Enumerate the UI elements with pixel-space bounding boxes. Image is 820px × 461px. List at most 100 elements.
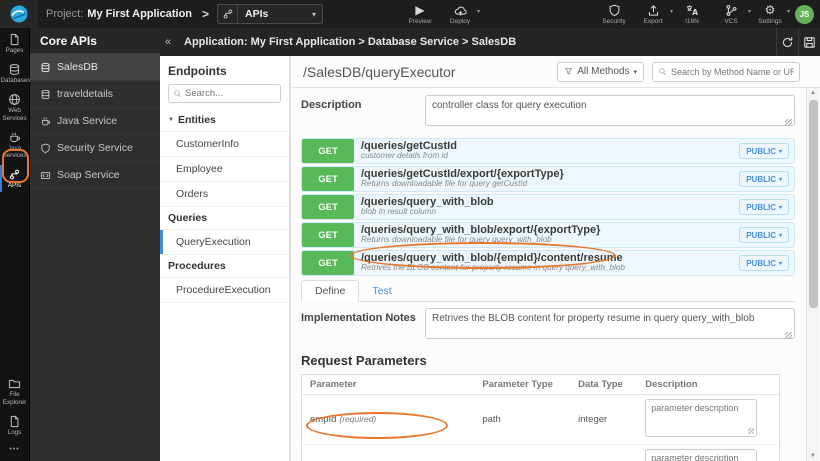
chevron-down-icon: ▾	[633, 68, 637, 76]
left-icon-sidebar: Pages Databases Web Services Java Services A…	[0, 28, 31, 461]
topbar-action-export[interactable]: ▾ Export	[640, 3, 673, 25]
access-dropdown[interactable]: PUBLIC ▾	[739, 227, 789, 243]
search-icon	[658, 67, 667, 76]
endpoint-row[interactable]: GET/queries/query_with_blob/{empId}/cont…	[301, 250, 795, 276]
method-badge-get: GET	[302, 223, 354, 247]
topbar-action-label: Settings	[758, 18, 782, 25]
method-search-input[interactable]	[671, 66, 794, 77]
access-label: PUBLIC	[746, 202, 776, 212]
endpoint-row[interactable]: GET/queries/getCustId/export/{exportType…	[301, 166, 795, 192]
parameter-description-wrap	[645, 449, 758, 461]
endpoint-tree-item-orders[interactable]: Orders	[160, 182, 289, 207]
endpoint-tree-item-procedureexecution[interactable]: ProcedureExecution	[160, 278, 289, 303]
endpoint-tree-item-customerinfo[interactable]: CustomerInfo	[160, 132, 289, 157]
user-avatar[interactable]: JS	[795, 4, 814, 24]
chevron-down-icon: ▾	[477, 9, 481, 15]
description-input[interactable]: controller class for query execution	[425, 95, 795, 126]
parameter-description-input[interactable]	[645, 449, 758, 461]
app-logo[interactable]	[0, 0, 38, 28]
core-api-item-java-service[interactable]: Java Service	[30, 108, 160, 135]
sidebar-item-pages[interactable]: Pages	[0, 28, 29, 58]
access-dropdown[interactable]: PUBLIC ▾	[739, 171, 789, 187]
chevron-down-icon: ▾	[747, 9, 751, 15]
service-detail-content: Description controller class for query e…	[291, 88, 805, 461]
implementation-notes-input[interactable]: Retrives the BLOB content for property r…	[425, 308, 795, 339]
core-api-item-traveldetails[interactable]: traveldetails	[30, 81, 160, 108]
pages-icon	[8, 33, 21, 46]
logs-icon	[8, 415, 21, 428]
topbar-action-label: I18N	[685, 18, 699, 25]
scroll-up-arrow-icon[interactable]: ▲	[807, 90, 819, 96]
column-header-parameter-type: Parameter Type	[474, 374, 571, 395]
file-explorer-icon	[8, 377, 21, 390]
i18n-icon	[686, 4, 699, 17]
endpoint-row[interactable]: GET/queries/query_with_blob/export/{expo…	[301, 222, 795, 248]
core-api-item-security-service[interactable]: Security Service	[30, 135, 160, 162]
collapse-panel-button[interactable]: «	[160, 36, 176, 48]
databases-icon	[8, 63, 21, 76]
endpoint-tree-item-queryexecution[interactable]: QueryExecution	[160, 230, 289, 255]
method-search-box[interactable]	[652, 61, 800, 82]
service-header: /SalesDB/queryExecutor All Methods ▾	[291, 56, 820, 88]
parameter-name-cell: downloadAsAttachment(required)	[301, 444, 475, 461]
tab-test[interactable]: Test	[359, 281, 404, 301]
core-api-item-soap-service[interactable]: Soap Service	[30, 162, 160, 189]
sidebar-item-logs[interactable]: Logs	[0, 410, 29, 440]
sidebar-item-databases[interactable]: Databases	[0, 58, 31, 88]
sidebar-item-label: Web Services	[2, 107, 27, 122]
endpoints-section-label: Entities	[177, 114, 216, 126]
tab-define[interactable]: Define	[301, 280, 360, 302]
topbar-action-i18n[interactable]: I18N	[679, 3, 705, 25]
main-scrollbar[interactable]: ▲ ▼	[806, 88, 819, 461]
save-button[interactable]	[798, 28, 820, 56]
parameter-description-wrap	[645, 399, 758, 440]
project-breadcrumb: Project: My First Application	[46, 8, 192, 20]
parameter-row: empId (required) path integer	[302, 395, 780, 445]
method-badge-get: GET	[302, 195, 354, 219]
access-label: PUBLIC	[746, 230, 776, 240]
endpoints-search-box[interactable]	[168, 84, 281, 103]
endpoint-tree-item-employee[interactable]: Employee	[160, 157, 289, 182]
description-label: Description	[301, 99, 362, 111]
service-title: /SalesDB/queryExecutor	[303, 63, 456, 80]
sidebar-more-button[interactable]: •••	[0, 440, 29, 461]
sidebar-item-label: File Explorer	[2, 391, 27, 406]
parameter-row: downloadAsAttachment(required)queryboole…	[301, 444, 780, 461]
scrollbar-thumb[interactable]	[809, 100, 818, 308]
sidebar-item-apis[interactable]: APIs	[0, 163, 29, 193]
sidebar-item-web-services[interactable]: Web Services	[0, 88, 29, 125]
implementation-notes-row: Implementation Notes Retrives the BLOB c…	[301, 308, 795, 344]
sidebar-item-file-explorer[interactable]: File Explorer	[0, 372, 29, 409]
settings-gear-icon: ⚙	[764, 3, 776, 17]
java-services-icon	[8, 131, 21, 144]
wavemaker-studio-window: Project: My First Application > APIs ▾ ▶ P…	[0, 0, 820, 461]
request-parameters-table: Parameter Parameter Type Data Type Descript…	[301, 374, 780, 461]
access-dropdown[interactable]: PUBLIC ▾	[739, 143, 789, 159]
core-apis-list: SalesDB traveldetails Java Service Security…	[30, 54, 160, 189]
refresh-button[interactable]	[776, 28, 798, 56]
endpoints-title: Endpoints	[168, 64, 227, 78]
workspace-selector[interactable]: APIs ▾	[217, 4, 324, 24]
core-api-item-label: SalesDB	[57, 61, 98, 73]
topbar-action-security[interactable]: Security	[601, 3, 627, 25]
scroll-down-arrow-icon[interactable]: ▼	[807, 453, 819, 459]
endpoint-info: /queries/query_with_blob/{empId}/content…	[354, 251, 739, 275]
parameter-description-input[interactable]	[645, 399, 758, 437]
endpoint-row[interactable]: GET/queries/getCustId customer details fr…	[301, 138, 795, 164]
access-dropdown[interactable]: PUBLIC ▾	[739, 199, 789, 215]
methods-filter-dropdown[interactable]: All Methods ▾	[557, 61, 644, 82]
topbar-action-deploy[interactable]: ▾ Deploy	[447, 3, 480, 25]
endpoints-section-entities[interactable]: ▼ Entities	[160, 109, 289, 132]
topbar-action-settings[interactable]: ⚙ ▾ Settings	[757, 3, 790, 25]
core-api-item-salesdb[interactable]: SalesDB	[30, 54, 160, 81]
sidebar-item-java-services[interactable]: Java Services	[0, 126, 29, 163]
endpoint-row[interactable]: GET/queries/query_with_blob blob in resul…	[301, 194, 795, 220]
topbar-action-vcs[interactable]: ▾ VCS	[718, 3, 751, 25]
define-test-tabs: Define Test	[301, 280, 795, 302]
topbar-action-preview[interactable]: ▶ Preview	[407, 3, 433, 25]
endpoints-section-queries: Queries	[160, 207, 289, 230]
chevron-down-icon: ▾	[669, 9, 673, 15]
access-dropdown[interactable]: PUBLIC ▾	[739, 255, 789, 271]
endpoints-search-input[interactable]	[185, 88, 276, 99]
